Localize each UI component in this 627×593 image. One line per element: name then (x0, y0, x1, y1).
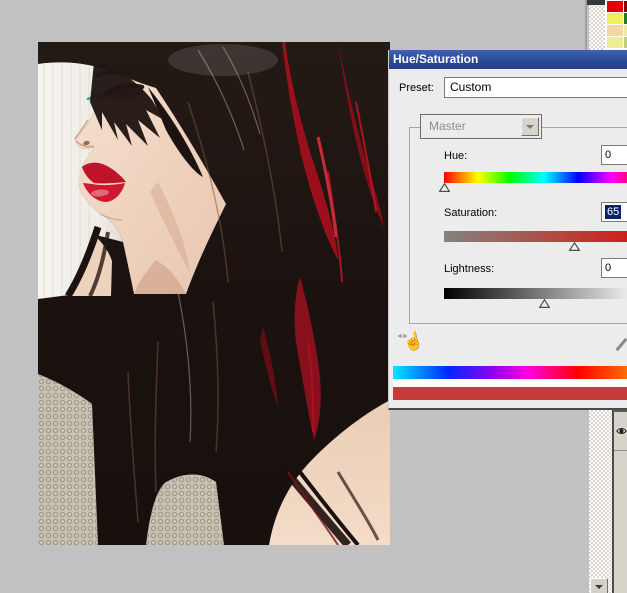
hue-slider-track[interactable] (444, 172, 627, 183)
hue-label: Hue: (444, 150, 467, 162)
lightness-slider-marker[interactable] (539, 299, 550, 308)
saturation-slider-track[interactable] (444, 231, 627, 242)
eye-icon (616, 426, 627, 436)
lightness-input[interactable]: 0 (601, 258, 627, 278)
chevron-down-icon (526, 125, 534, 129)
photo-illustration (38, 42, 390, 545)
swatch-red[interactable] (607, 1, 623, 12)
scrollbar-down-button[interactable] (590, 578, 608, 593)
pointing-hand-icon: ☝ (401, 330, 426, 354)
preset-value: Custom (450, 80, 491, 94)
channel-dropdown-button[interactable] (521, 117, 539, 136)
eyedropper-icon[interactable] (616, 338, 627, 351)
spectrum-bar-gap (393, 379, 627, 387)
hue-saturation-dialog: Hue/Saturation Preset: Custom Master Hue… (388, 50, 627, 410)
saturation-slider-marker[interactable] (569, 242, 580, 251)
hue-slider-marker[interactable] (439, 183, 450, 192)
channel-combobox[interactable]: Master (420, 114, 542, 139)
targeted-adjustment-button[interactable]: ◄► ☝ (397, 332, 423, 356)
layers-panel-fragment (612, 410, 627, 593)
dialog-title-bar[interactable]: Hue/Saturation (389, 50, 627, 69)
swatch-light-yellow[interactable] (607, 37, 623, 48)
spectrum-bar-original (393, 366, 627, 379)
saturation-label: Saturation: (444, 207, 497, 219)
window-edge-divider (585, 0, 587, 50)
hue-input[interactable]: 0 (601, 145, 627, 165)
lightness-value: 0 (605, 262, 611, 274)
down-arrow-icon (595, 585, 603, 589)
dialog-title: Hue/Saturation (393, 52, 478, 66)
saturation-value: 65 (605, 205, 621, 219)
lightness-slider-track[interactable] (444, 288, 627, 299)
photoshop-workspace: Hue/Saturation Preset: Custom Master Hue… (0, 0, 627, 593)
swatches-panel-fragment (605, 0, 627, 50)
hue-value: 0 (605, 149, 611, 161)
saturation-input[interactable]: 65 (601, 202, 627, 222)
preset-combobox[interactable]: Custom (444, 77, 627, 98)
lightness-label: Lightness: (444, 263, 494, 275)
spectrum-bar-result (393, 387, 627, 400)
canvas-photo[interactable] (38, 42, 390, 545)
swatch-yellow[interactable] (607, 13, 623, 24)
preset-label: Preset: (399, 82, 434, 94)
channel-value: Master (429, 119, 466, 133)
swatch-peach[interactable] (607, 25, 623, 36)
layer-visibility-cell[interactable] (614, 412, 627, 451)
